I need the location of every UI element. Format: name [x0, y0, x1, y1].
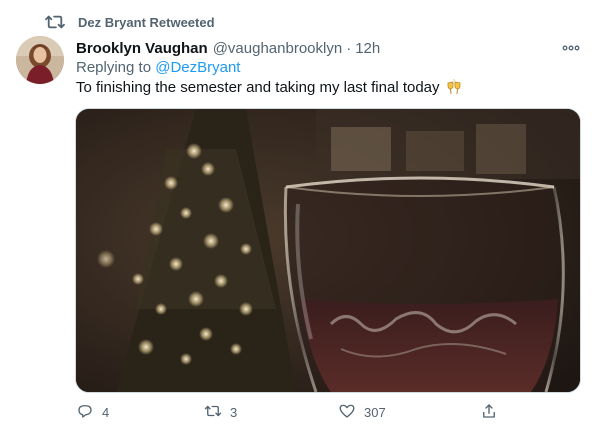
- tweet-body: To finishing the semester and taking my …: [76, 78, 463, 98]
- tweet-text: To finishing the semester and taking my …: [76, 79, 440, 96]
- reply-icon: [76, 402, 94, 423]
- clinking-glasses-emoji: [445, 78, 463, 97]
- reply-button[interactable]: 4: [76, 400, 109, 424]
- tweet-photo[interactable]: [75, 108, 581, 393]
- share-button[interactable]: [480, 400, 498, 424]
- share-icon: [480, 402, 498, 423]
- avatar[interactable]: [16, 36, 64, 84]
- retweet-icon: [204, 402, 222, 423]
- display-name[interactable]: Brooklyn Vaughan: [76, 40, 208, 57]
- more-icon[interactable]: [561, 40, 581, 56]
- retweet-icon: [44, 13, 66, 31]
- replying-to-label: Replying to: [76, 59, 152, 76]
- retweet-context-label: Dez Bryant Retweeted: [78, 14, 215, 30]
- separator-dot: ·: [346, 39, 352, 57]
- replying-to: Replying to @DezBryant: [76, 58, 240, 78]
- like-count: 307: [364, 404, 386, 420]
- retweet-button[interactable]: 3: [204, 400, 237, 424]
- reply-count: 4: [102, 404, 110, 420]
- tweet-header: Brooklyn Vaughan @vaughanbrooklyn · 12h: [76, 38, 581, 58]
- like-button[interactable]: 307: [338, 400, 386, 424]
- heart-icon: [338, 402, 356, 423]
- retweet-context[interactable]: Dez Bryant Retweeted: [44, 12, 215, 32]
- retweet-count: 3: [230, 404, 238, 420]
- timestamp[interactable]: 12h: [355, 40, 380, 57]
- user-handle[interactable]: @vaughanbrooklyn: [213, 40, 342, 57]
- tweet-actions: 4 3 307: [76, 400, 506, 424]
- reply-mention-link[interactable]: @DezBryant: [155, 59, 240, 76]
